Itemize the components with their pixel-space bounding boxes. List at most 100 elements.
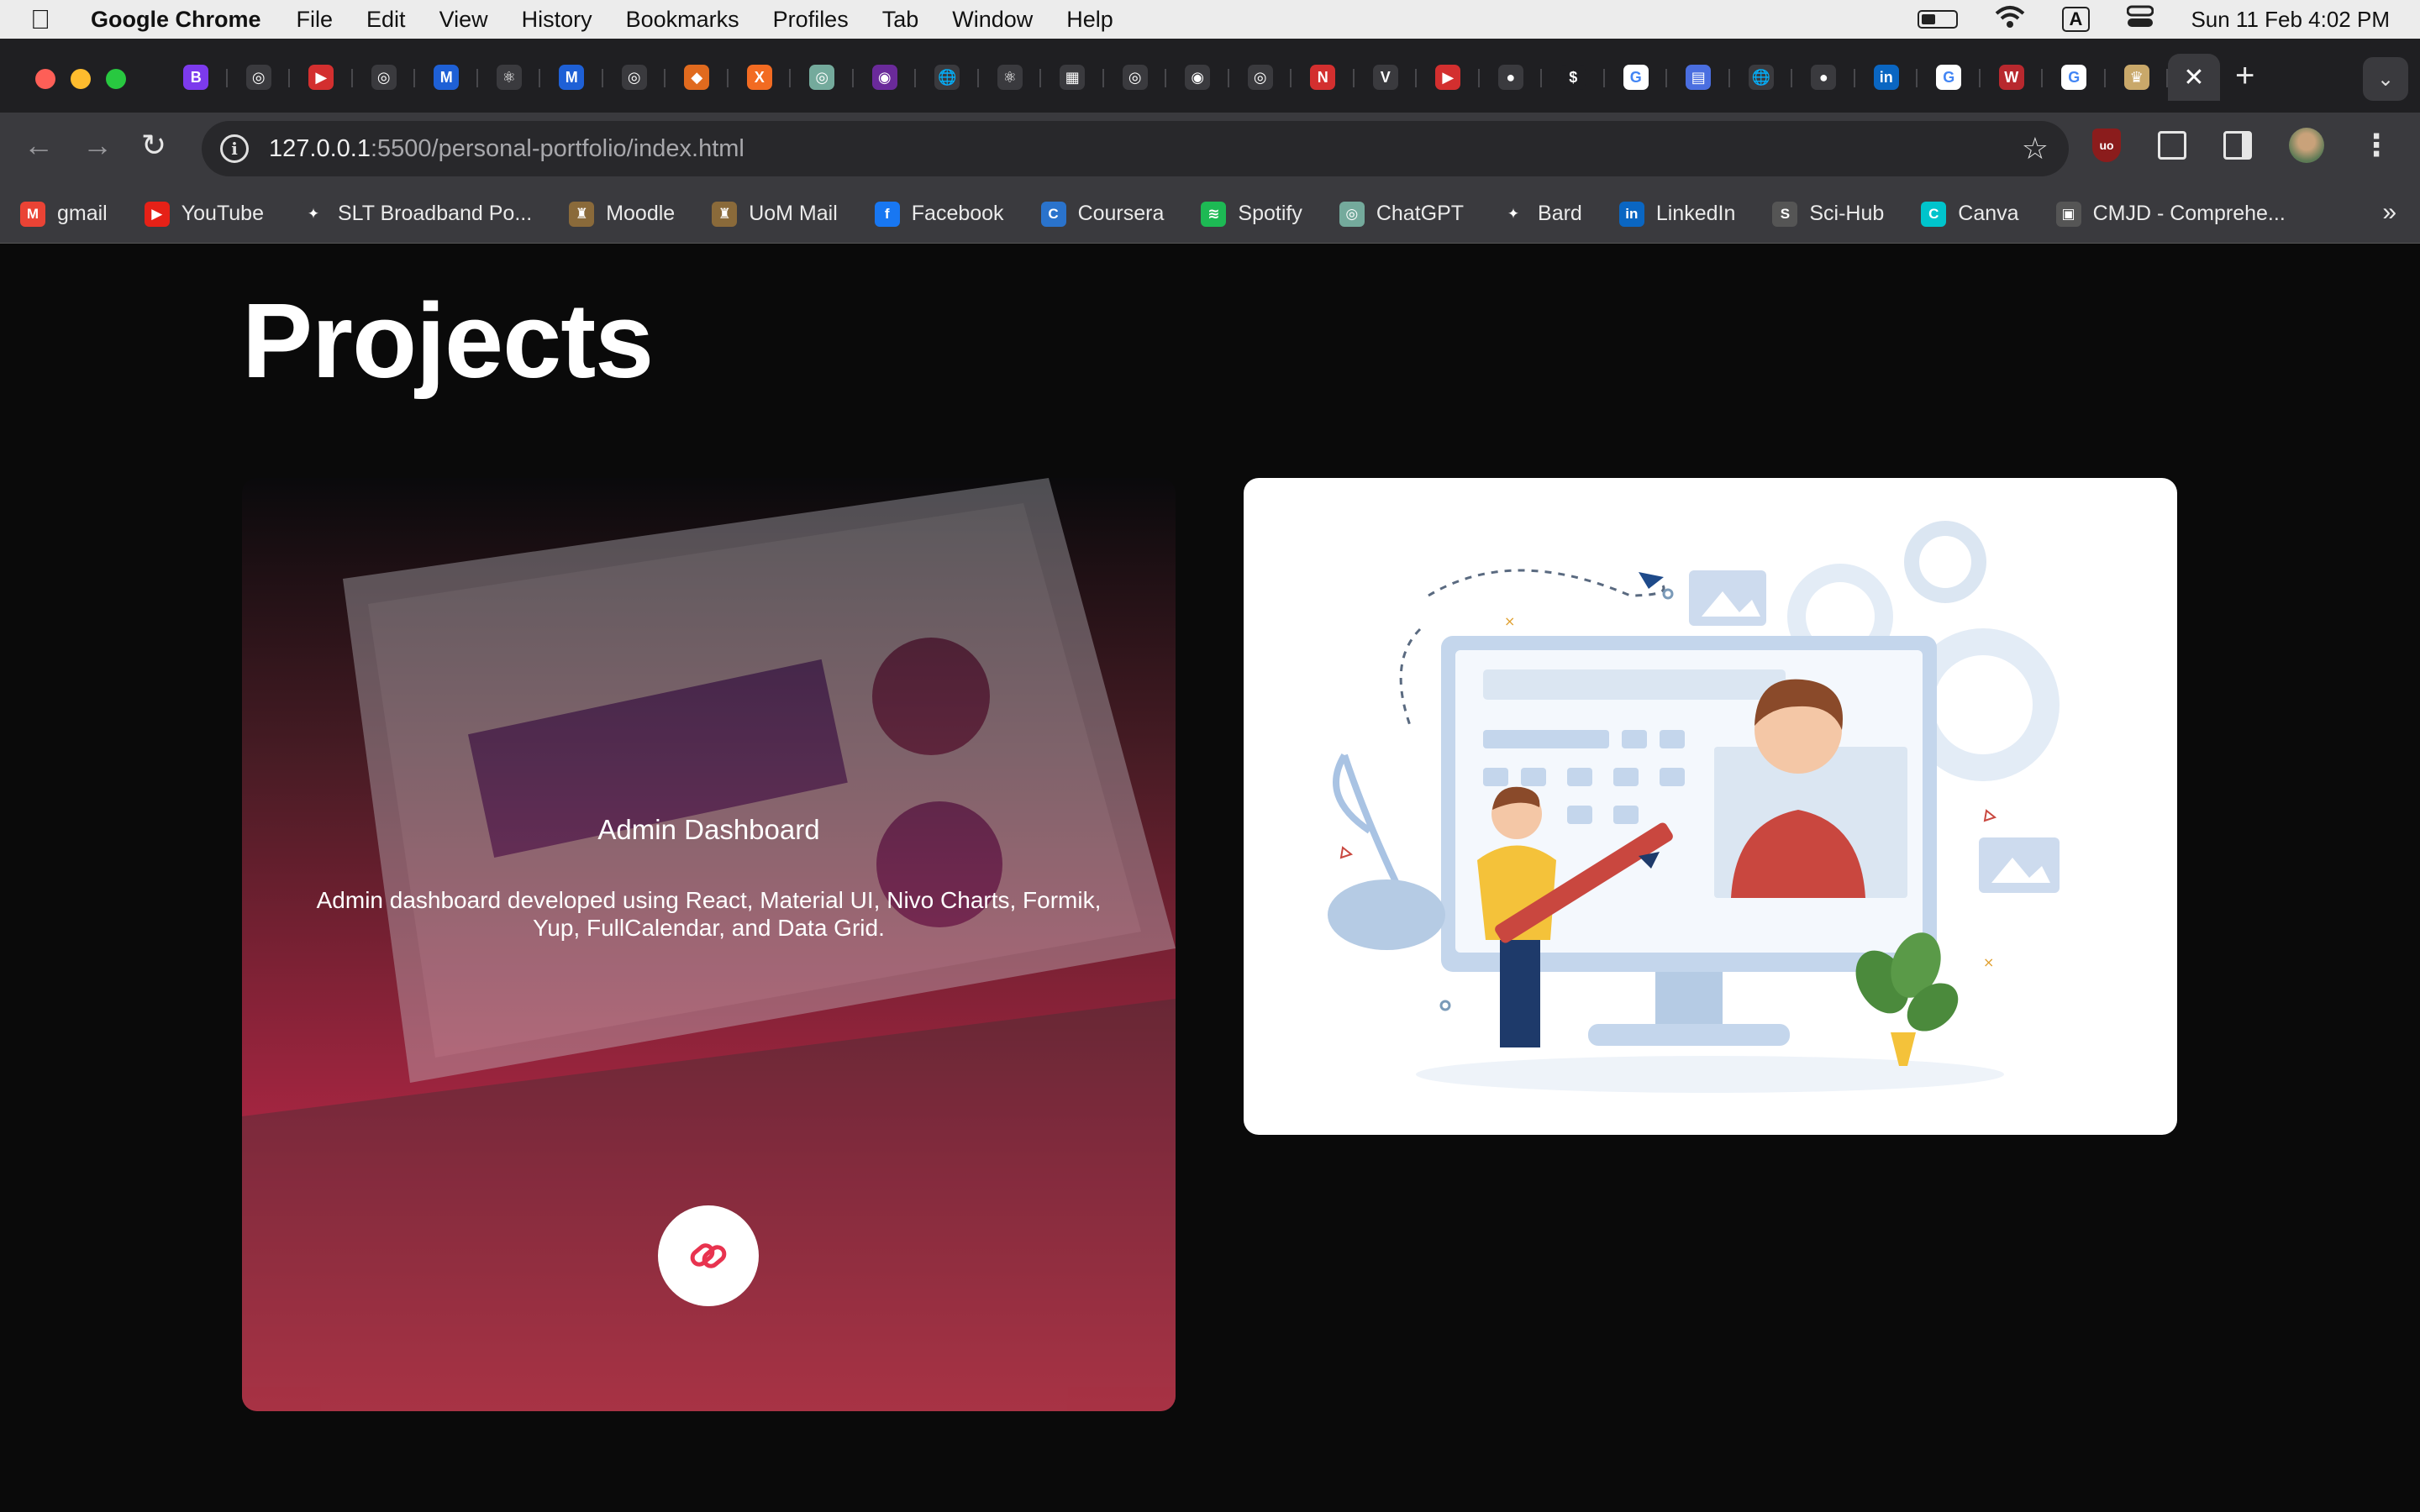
browser-tab[interactable]: M [540, 54, 603, 101]
more-bookmarks-chevron-icon[interactable]: » [2382, 198, 2396, 227]
bookmark-item[interactable]: f Facebook [874, 201, 1004, 227]
bookmark-item[interactable]: ◎ ChatGPT [1339, 201, 1464, 227]
menu-history[interactable]: History [522, 7, 592, 33]
active-tab[interactable]: ✕ [2168, 54, 2220, 101]
menu-bookmarks[interactable]: Bookmarks [626, 7, 739, 33]
url-path: :5500/personal-portfolio/index.html [370, 134, 744, 162]
bookmark-item[interactable]: ♜ UoM Mail [712, 201, 838, 227]
side-panel-icon[interactable] [2223, 131, 2252, 160]
chatgpt-icon: ◎ [621, 65, 647, 90]
browser-tab[interactable]: ◎ [353, 54, 416, 101]
bookmark-item[interactable]: S Sci-Hub [1772, 201, 1885, 227]
browser-tab[interactable]: 🌐 [916, 54, 979, 101]
browser-tab[interactable]: V [1355, 54, 1418, 101]
window-controls [35, 69, 126, 89]
browser-tab[interactable]: ◉ [854, 54, 917, 101]
clock[interactable]: Sun 11 Feb 4:02 PM [2191, 7, 2390, 33]
browser-tab[interactable]: ● [1792, 54, 1855, 101]
browser-tab[interactable]: $ [1542, 54, 1605, 101]
browser-tab[interactable]: ◉ [1166, 54, 1229, 101]
battery-icon[interactable] [1917, 10, 1958, 29]
google-icon: G [2061, 65, 2087, 90]
chrome-menu-icon[interactable]: ⋮ [2361, 128, 2391, 163]
bookmark-item[interactable]: C Canva [1921, 201, 2019, 227]
new-tab-button[interactable]: + [2235, 57, 2254, 95]
browser-tab[interactable]: X [729, 54, 792, 101]
close-tab-icon[interactable]: ✕ [2183, 63, 2204, 92]
bookmark-item[interactable]: C Coursera [1040, 201, 1165, 227]
control-center-icon[interactable] [2126, 5, 2154, 34]
input-source-indicator[interactable]: A [2061, 7, 2091, 32]
netflix-icon: N [1310, 65, 1336, 90]
menu-tab[interactable]: Tab [882, 7, 919, 33]
back-button[interactable]: ← [24, 128, 54, 163]
bookmark-star-icon[interactable]: ☆ [2022, 131, 2049, 166]
browser-tab[interactable]: ▤ [1667, 54, 1730, 101]
bookmark-item[interactable]: ▣ CMJD - Comprehe... [2055, 201, 2286, 227]
browser-tab[interactable]: G [1918, 54, 1981, 101]
menu-help[interactable]: Help [1066, 7, 1113, 33]
menu-view[interactable]: View [439, 7, 488, 33]
url-text[interactable]: 127.0.0.1:5500/personal-portfolio/index.… [269, 135, 744, 163]
bookmark-label: Sci-Hub [1809, 202, 1885, 225]
youtube-icon: ▶ [144, 201, 170, 227]
menu-window[interactable]: Window [952, 7, 1033, 33]
browser-tab[interactable]: ▶ [1417, 54, 1480, 101]
forward-button[interactable]: → [82, 128, 113, 163]
browser-tab[interactable]: B [165, 54, 228, 101]
browser-tab[interactable]: ◎ [603, 54, 666, 101]
browser-tab[interactable]: ▶ [290, 54, 353, 101]
browser-tab[interactable]: ♛ [2106, 54, 2169, 101]
bookmark-item[interactable]: ✦ SLT Broadband Po... [301, 201, 532, 227]
bookmark-item[interactable]: in LinkedIn [1618, 201, 1736, 227]
macos-menubar:  Google Chrome File Edit View History B… [0, 0, 2420, 39]
browser-tab[interactable]: G [1605, 54, 1668, 101]
browser-tab[interactable]: ⚛ [478, 54, 541, 101]
browser-tab[interactable]: M [415, 54, 478, 101]
github-icon: ● [1811, 65, 1837, 90]
browser-tab[interactable]: N [1292, 54, 1355, 101]
bookmark-label: Facebook [911, 202, 1004, 225]
browser-tab[interactable]: ◎ [791, 54, 854, 101]
browser-tab[interactable]: ◎ [1104, 54, 1167, 101]
wifi-icon[interactable] [1995, 5, 2025, 34]
profile-avatar[interactable] [2289, 128, 2324, 163]
menu-edit[interactable]: Edit [366, 7, 406, 33]
site-info-icon[interactable]: i [220, 134, 249, 163]
bookmark-label: Coursera [1077, 202, 1165, 225]
browser-tab[interactable]: ◆ [666, 54, 729, 101]
browser-tab[interactable]: 🌐 [1730, 54, 1793, 101]
browser-tab[interactable]: W [1981, 54, 2044, 101]
browser-tab[interactable]: ◎ [1229, 54, 1292, 101]
bookmark-item[interactable]: Mgmail [20, 201, 108, 227]
address-bar[interactable]: i 127.0.0.1:5500/personal-portfolio/inde… [202, 121, 2069, 176]
browser-tab[interactable]: ⚛ [979, 54, 1042, 101]
minimize-window-button[interactable] [71, 69, 91, 89]
project-card-admin-dashboard[interactable]: Admin Dashboard Admin dashboard develope… [242, 478, 1176, 1411]
apple-icon[interactable]:  [30, 4, 59, 35]
app-menu[interactable]: Google Chrome [91, 7, 261, 33]
bookmark-label: LinkedIn [1655, 202, 1736, 225]
extensions-puzzle-icon[interactable] [2158, 131, 2186, 160]
menu-file[interactable]: File [297, 7, 334, 33]
reload-button[interactable]: ↻ [141, 128, 166, 163]
zoom-window-button[interactable] [106, 69, 126, 89]
menu-profiles[interactable]: Profiles [773, 7, 849, 33]
close-window-button[interactable] [35, 69, 55, 89]
bookmark-item[interactable]: ≋ Spotify [1201, 201, 1302, 227]
project-link-button[interactable] [658, 1205, 759, 1306]
browser-tab[interactable]: G [2043, 54, 2106, 101]
browser-tab[interactable]: ● [1480, 54, 1543, 101]
bookmark-item[interactable]: ✦ Bard [1501, 201, 1582, 227]
bookmark-item[interactable]: ▶ YouTube [144, 201, 264, 227]
youtube-icon: ▶ [308, 65, 334, 90]
browser-tab[interactable]: ▦ [1041, 54, 1104, 101]
ublock-extension-icon[interactable]: uo [2092, 129, 2121, 162]
bookmark-item[interactable]: ♜ Moodle [569, 201, 676, 227]
bookmark-label: Moodle [606, 202, 676, 225]
browser-tab[interactable]: ◎ [228, 54, 291, 101]
project-card-illustration[interactable]: × × [1244, 478, 2177, 1135]
browser-tab[interactable]: in [1855, 54, 1918, 101]
tab-search-button[interactable]: ⌄ [2363, 57, 2408, 101]
status-area: A Sun 11 Feb 4:02 PM [1917, 5, 2390, 34]
